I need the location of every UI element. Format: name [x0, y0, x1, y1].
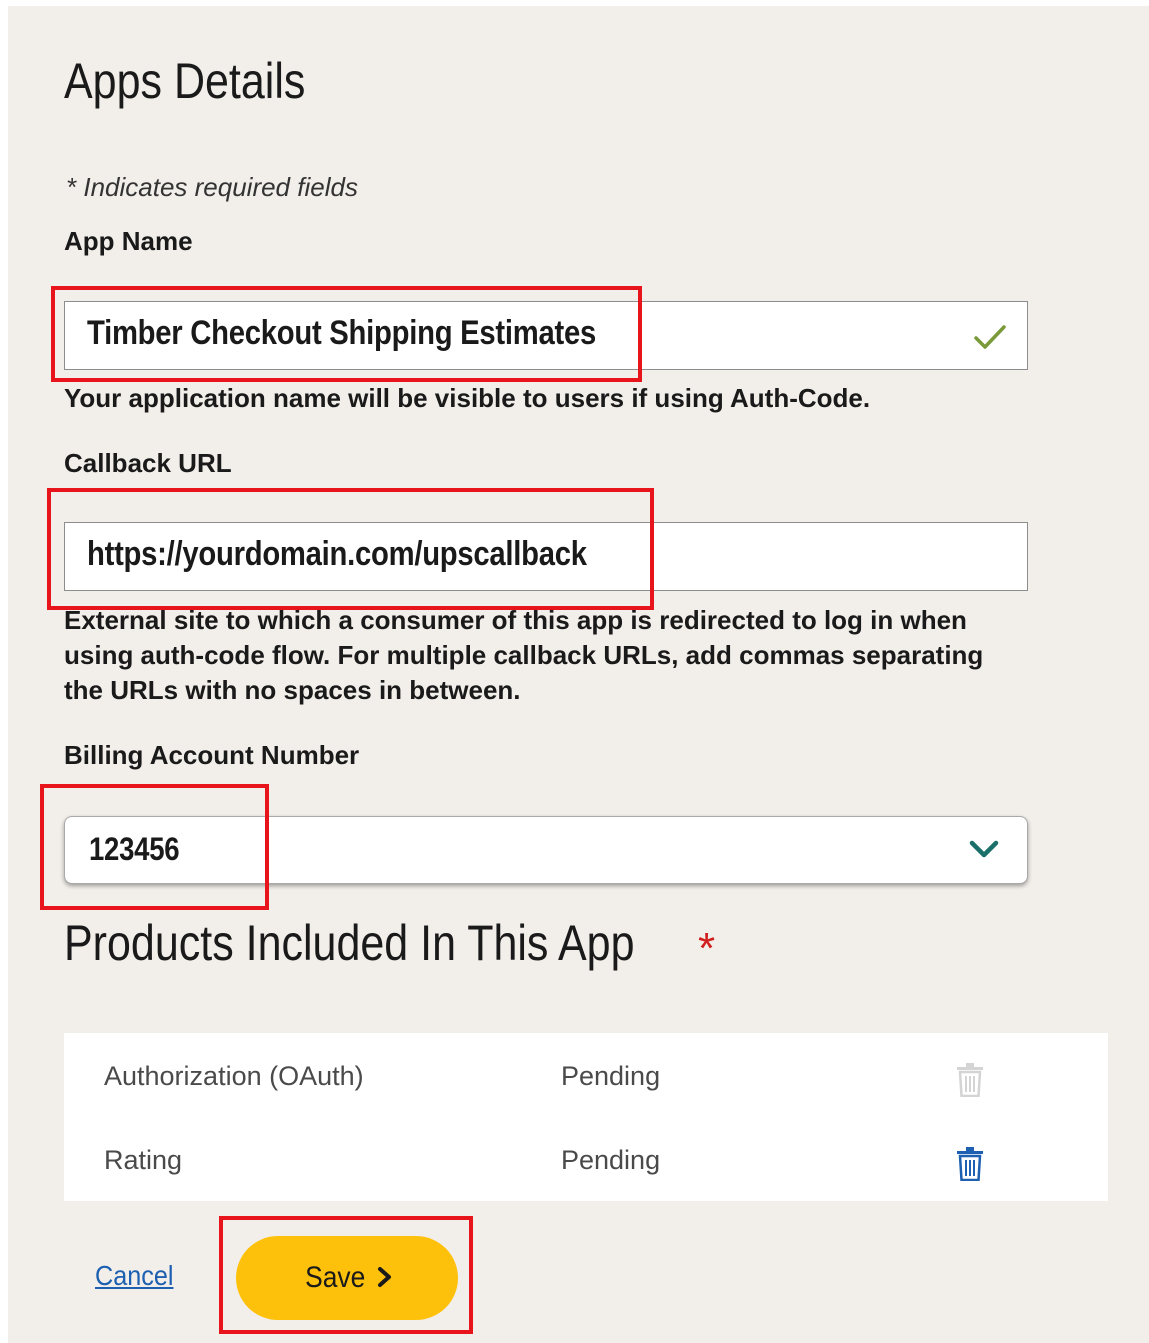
chevron-down-icon — [967, 837, 1001, 866]
app-name-value: Timber Checkout Shipping Estimates — [87, 314, 596, 352]
app-name-label: App Name — [64, 226, 193, 256]
save-button-label: Save — [304, 1261, 366, 1294]
trash-icon[interactable] — [956, 1147, 984, 1186]
page-title: Apps Details — [64, 53, 306, 109]
billing-account-select[interactable]: 123456 — [64, 816, 1028, 884]
required-star: * — [698, 924, 716, 973]
billing-account-label: Billing Account Number — [64, 740, 360, 770]
app-name-input[interactable]: Timber Checkout Shipping Estimates — [64, 301, 1028, 370]
product-name: Rating — [104, 1145, 183, 1175]
cancel-link[interactable]: Cancel — [95, 1260, 173, 1292]
callback-url-value: https://yourdomain.com/upscallback — [87, 535, 587, 573]
trash-icon — [956, 1063, 984, 1102]
callback-url-input[interactable]: https://yourdomain.com/upscallback — [64, 522, 1028, 591]
product-status: Pending — [561, 1145, 661, 1175]
product-status: Pending — [561, 1061, 661, 1091]
product-name: Authorization (OAuth) — [104, 1061, 364, 1091]
save-button[interactable]: Save — [236, 1236, 458, 1320]
callback-url-help: External site to which a consumer of thi… — [64, 605, 984, 705]
billing-account-value: 123456 — [89, 831, 180, 867]
checkmark-icon — [973, 322, 1007, 357]
products-section-title: Products Included In This App — [64, 915, 635, 971]
required-fields-note: * Indicates required fields — [66, 172, 358, 202]
table-row: Authorization (OAuth) Pending — [64, 1033, 1108, 1117]
table-row: Rating Pending — [64, 1117, 1108, 1201]
app-name-help: Your application name will be visible to… — [64, 383, 871, 413]
callback-url-label: Callback URL — [64, 448, 232, 478]
products-table: Authorization (OAuth) Pending Rating Pen… — [64, 1033, 1108, 1201]
chevron-right-icon — [377, 1266, 393, 1291]
